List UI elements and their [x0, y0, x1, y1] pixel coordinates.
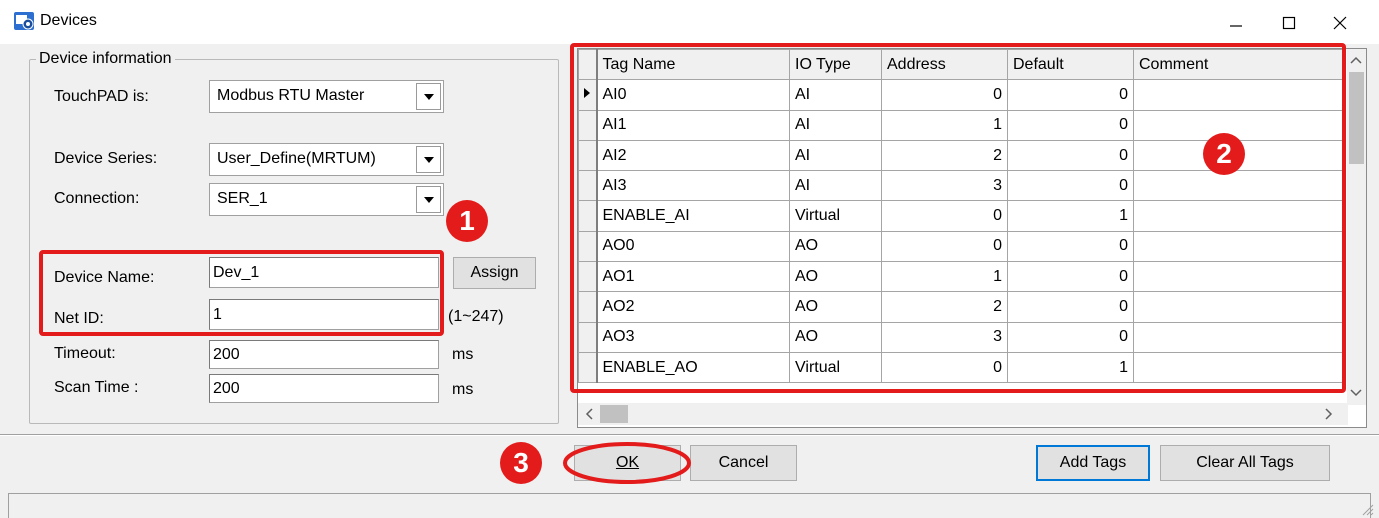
status-bar: [8, 493, 1371, 518]
step-marker-1: 1: [446, 200, 488, 242]
device-series-dropdown-button[interactable]: [416, 146, 441, 173]
connection-label: Connection:: [54, 190, 140, 207]
maximize-button[interactable]: [1266, 6, 1312, 40]
scroll-left-icon[interactable]: [584, 408, 594, 420]
device-series-select[interactable]: User_Define(MRTUM): [209, 143, 444, 176]
devices-app-icon: [14, 12, 34, 30]
horizontal-scrollbar[interactable]: [578, 403, 1348, 425]
title-bar: [0, 0, 1379, 44]
clear-all-tags-button[interactable]: Clear All Tags: [1160, 445, 1330, 481]
scan-time-input[interactable]: [209, 374, 439, 403]
scan-time-label: Scan Time :: [54, 379, 139, 396]
resize-grip-icon[interactable]: [1360, 502, 1374, 516]
device-information-group: [29, 59, 559, 424]
device-series-label: Device Series:: [54, 150, 158, 167]
timeout-input[interactable]: [209, 340, 439, 369]
touchpad-dropdown-button[interactable]: [416, 83, 441, 110]
connection-select[interactable]: SER_1: [209, 183, 444, 216]
connection-dropdown-button[interactable]: [416, 186, 441, 213]
timeout-label: Timeout:: [54, 345, 116, 362]
horizontal-scroll-thumb[interactable]: [600, 405, 628, 423]
maximize-icon: [1282, 16, 1296, 30]
device-series-value: User_Define(MRTUM): [217, 150, 376, 167]
scan-time-unit: ms: [452, 381, 474, 398]
cancel-button[interactable]: Cancel: [690, 445, 797, 481]
cancel-button-label: Cancel: [718, 454, 769, 471]
scroll-right-icon[interactable]: [1324, 408, 1334, 420]
touchpad-label: TouchPAD is:: [54, 88, 149, 105]
touchpad-mode-value: Modbus RTU Master: [217, 87, 365, 104]
add-tags-button[interactable]: Add Tags: [1036, 445, 1150, 481]
step-marker-2: 2: [1203, 133, 1245, 175]
close-icon: [1333, 16, 1347, 30]
dropdown-arrow-icon: [423, 156, 434, 163]
touchpad-mode-select[interactable]: Modbus RTU Master: [209, 80, 444, 113]
window-title: Devices: [40, 12, 97, 29]
minimize-icon: [1230, 25, 1242, 27]
dropdown-arrow-icon: [423, 93, 434, 100]
tag-grid-highlight-box: [570, 43, 1346, 393]
close-button[interactable]: [1317, 6, 1363, 40]
timeout-unit: ms: [452, 346, 474, 363]
assign-button[interactable]: Assign: [453, 257, 536, 289]
minimize-button[interactable]: [1213, 6, 1259, 40]
separator: [0, 434, 1379, 436]
connection-value: SER_1: [217, 190, 268, 207]
dropdown-arrow-icon: [423, 196, 434, 203]
scroll-down-icon[interactable]: [1349, 388, 1363, 398]
step-marker-3: 3: [500, 442, 542, 484]
device-name-highlight-box: [39, 250, 444, 336]
ok-highlight-ellipse: [563, 442, 691, 484]
device-information-label: Device information: [36, 50, 175, 68]
scroll-up-icon[interactable]: [1349, 55, 1363, 65]
vertical-scroll-thumb[interactable]: [1349, 72, 1364, 164]
net-id-range: (1~247): [448, 308, 504, 325]
